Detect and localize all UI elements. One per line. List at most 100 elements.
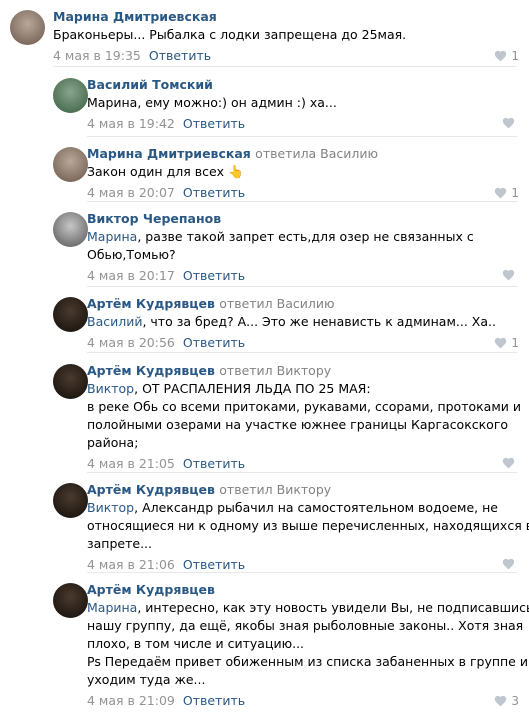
comment-meta: 4 мая в 20:56 Ответить bbox=[87, 335, 245, 350]
comment-text: Виктор, ОТ РАСПАЛЕНИЯ ЛЬДА ПО 25 МАЯ: в р… bbox=[87, 380, 521, 452]
comment-date[interactable]: 4 мая в 20:56 bbox=[87, 335, 175, 350]
reply-button[interactable]: Ответить bbox=[183, 185, 245, 200]
mention-link[interactable]: Виктор bbox=[87, 381, 134, 396]
author-name[interactable]: Виктор Черепанов bbox=[87, 211, 221, 226]
comment-header: Василий Томский bbox=[87, 77, 213, 92]
comment-text-line: относящиеся ни к одному из выше перечисл… bbox=[87, 517, 529, 535]
comment-date[interactable]: 4 мая в 21:06 bbox=[87, 557, 175, 572]
comment-meta: 4 мая в 21:09 Ответить bbox=[87, 693, 245, 708]
avatar[interactable] bbox=[53, 583, 88, 618]
comment-meta: 4 мая в 20:07 Ответить bbox=[87, 185, 245, 200]
comment-text-line: Марина, разве такой запрет есть,для озер… bbox=[87, 228, 474, 246]
comment-header: Артём Кудрявцев ответил Виктору bbox=[87, 363, 331, 378]
heart-icon bbox=[495, 187, 507, 199]
comment-header: Артём Кудрявцев bbox=[87, 582, 215, 597]
comment-meta: 4 мая в 21:05 Ответить bbox=[87, 456, 245, 471]
like-button[interactable] bbox=[502, 117, 519, 129]
comment-date[interactable]: 4 мая в 20:07 bbox=[87, 185, 175, 200]
comment-header: Марина Дмитриевская bbox=[53, 9, 217, 24]
reply-to-label[interactable]: ответил Виктору bbox=[219, 363, 331, 378]
comment-divider bbox=[87, 352, 517, 353]
comment-text-line: уходим туда же... bbox=[87, 671, 529, 689]
author-name[interactable]: Василий Томский bbox=[87, 77, 213, 92]
comment: Артём Кудрявцев Марина, интересно, как эт… bbox=[0, 579, 529, 708]
comment-date[interactable]: 4 мая в 21:09 bbox=[87, 693, 175, 708]
reply-button[interactable]: Ответить bbox=[149, 48, 211, 63]
comment-date[interactable]: 4 мая в 20:17 bbox=[87, 268, 175, 283]
comment: Артём Кудрявцев ответил Виктору Виктор, А… bbox=[0, 479, 529, 572]
comment-text-line: Марина, ему можно:) он админ :) ха... bbox=[87, 94, 337, 112]
comment-date[interactable]: 4 мая в 19:35 bbox=[53, 48, 141, 63]
avatar[interactable] bbox=[53, 297, 88, 332]
text-segment: плохо, в том числе и ситуацию... bbox=[87, 636, 305, 651]
comment-text-line: Обью,Томью? bbox=[87, 246, 474, 264]
avatar[interactable] bbox=[10, 10, 45, 45]
author-name[interactable]: Марина Дмитриевская bbox=[53, 9, 217, 24]
text-segment: в реке Обь со всеми притоками, рукавами,… bbox=[87, 399, 521, 414]
avatar[interactable] bbox=[53, 78, 88, 113]
like-button[interactable] bbox=[502, 457, 519, 469]
avatar[interactable] bbox=[53, 483, 88, 518]
comment-text: Марина, интересно, как эту новость увиде… bbox=[87, 599, 529, 689]
comment-divider bbox=[87, 572, 517, 573]
text-segment: , интересно, как эту новость увидели Вы,… bbox=[137, 600, 529, 615]
avatar[interactable] bbox=[53, 364, 88, 399]
author-name[interactable]: Марина Дмитриевская bbox=[87, 146, 251, 161]
reply-button[interactable]: Ответить bbox=[183, 557, 245, 572]
mention-link[interactable]: Марина bbox=[87, 229, 137, 244]
text-segment: , что за бред? А... Это же ненависть к а… bbox=[142, 314, 496, 329]
comment: Марина Дмитриевская ответила Василию Зако… bbox=[0, 143, 529, 200]
comment: Артём Кудрявцев ответил Василию Василий, … bbox=[0, 293, 529, 350]
author-name[interactable]: Артём Кудрявцев bbox=[87, 482, 215, 497]
reply-button[interactable]: Ответить bbox=[183, 116, 245, 131]
avatar[interactable] bbox=[53, 147, 88, 182]
comment-divider bbox=[87, 472, 517, 473]
like-button[interactable]: 1 bbox=[494, 336, 519, 350]
comment: Артём Кудрявцев ответил Виктору Виктор, О… bbox=[0, 360, 529, 471]
comment-text-line: Марина, интересно, как эту новость увиде… bbox=[87, 599, 529, 617]
mention-link[interactable]: Василий bbox=[87, 314, 142, 329]
heart-icon bbox=[502, 117, 515, 129]
comment-divider bbox=[87, 201, 517, 202]
comment-text-line: Закон один для всех 👆 bbox=[87, 163, 244, 181]
comment-meta: 4 мая в 19:35 Ответить bbox=[53, 48, 211, 63]
reply-to-label[interactable]: ответила Василию bbox=[255, 146, 378, 161]
text-segment: Обью,Томью? bbox=[87, 247, 176, 262]
heart-icon bbox=[502, 269, 515, 281]
comment-divider bbox=[87, 286, 517, 287]
like-button[interactable]: 3 bbox=[494, 694, 519, 708]
comment-text: Марина, разве такой запрет есть,для озер… bbox=[87, 228, 474, 264]
reply-to-label[interactable]: ответил Василию bbox=[219, 296, 334, 311]
heart-icon bbox=[502, 457, 515, 469]
comment: Марина Дмитриевская Браконьеры... Рыбалка… bbox=[0, 6, 529, 63]
comment-text-line: плохо, в том числе и ситуацию... bbox=[87, 635, 529, 653]
text-segment: , разве такой запрет есть,для озер не св… bbox=[137, 229, 474, 244]
like-button[interactable] bbox=[502, 269, 519, 281]
text-segment: уходим туда же... bbox=[87, 672, 206, 687]
comment-date[interactable]: 4 мая в 21:05 bbox=[87, 456, 175, 471]
comment-text-line: нашу группу, да ещё, якобы зная рыболовн… bbox=[87, 617, 529, 635]
comment-meta: 4 мая в 21:06 Ответить bbox=[87, 557, 245, 572]
like-button[interactable] bbox=[502, 558, 519, 570]
comment-header: Марина Дмитриевская ответила Василию bbox=[87, 146, 378, 161]
reply-button[interactable]: Ответить bbox=[183, 693, 245, 708]
author-name[interactable]: Артём Кудрявцев bbox=[87, 363, 215, 378]
author-name[interactable]: Артём Кудрявцев bbox=[87, 582, 215, 597]
reply-button[interactable]: Ответить bbox=[183, 268, 245, 283]
reply-button[interactable]: Ответить bbox=[183, 335, 245, 350]
avatar[interactable] bbox=[53, 212, 88, 247]
mention-link[interactable]: Виктор bbox=[87, 500, 134, 515]
comment-text-line: Василий, что за бред? А... Это же ненави… bbox=[87, 313, 496, 331]
text-segment: , Александр рыбачил на самостоятельном в… bbox=[134, 500, 498, 515]
comment-text: Виктор, Александр рыбачил на самостоятел… bbox=[87, 499, 529, 553]
text-segment: , ОТ РАСПАЛЕНИЯ ЛЬДА ПО 25 МАЯ: bbox=[134, 381, 371, 396]
mention-link[interactable]: Марина bbox=[87, 600, 137, 615]
reply-button[interactable]: Ответить bbox=[183, 456, 245, 471]
like-button[interactable]: 1 bbox=[494, 49, 519, 63]
author-name[interactable]: Артём Кудрявцев bbox=[87, 296, 215, 311]
reply-to-label[interactable]: ответил Виктору bbox=[219, 482, 331, 497]
text-segment: Закон один для всех 👆 bbox=[87, 164, 244, 179]
like-button[interactable]: 1 bbox=[494, 186, 519, 200]
comment-date[interactable]: 4 мая в 19:42 bbox=[87, 116, 175, 131]
comment-text-line: в реке Обь со всеми притоками, рукавами,… bbox=[87, 398, 521, 416]
